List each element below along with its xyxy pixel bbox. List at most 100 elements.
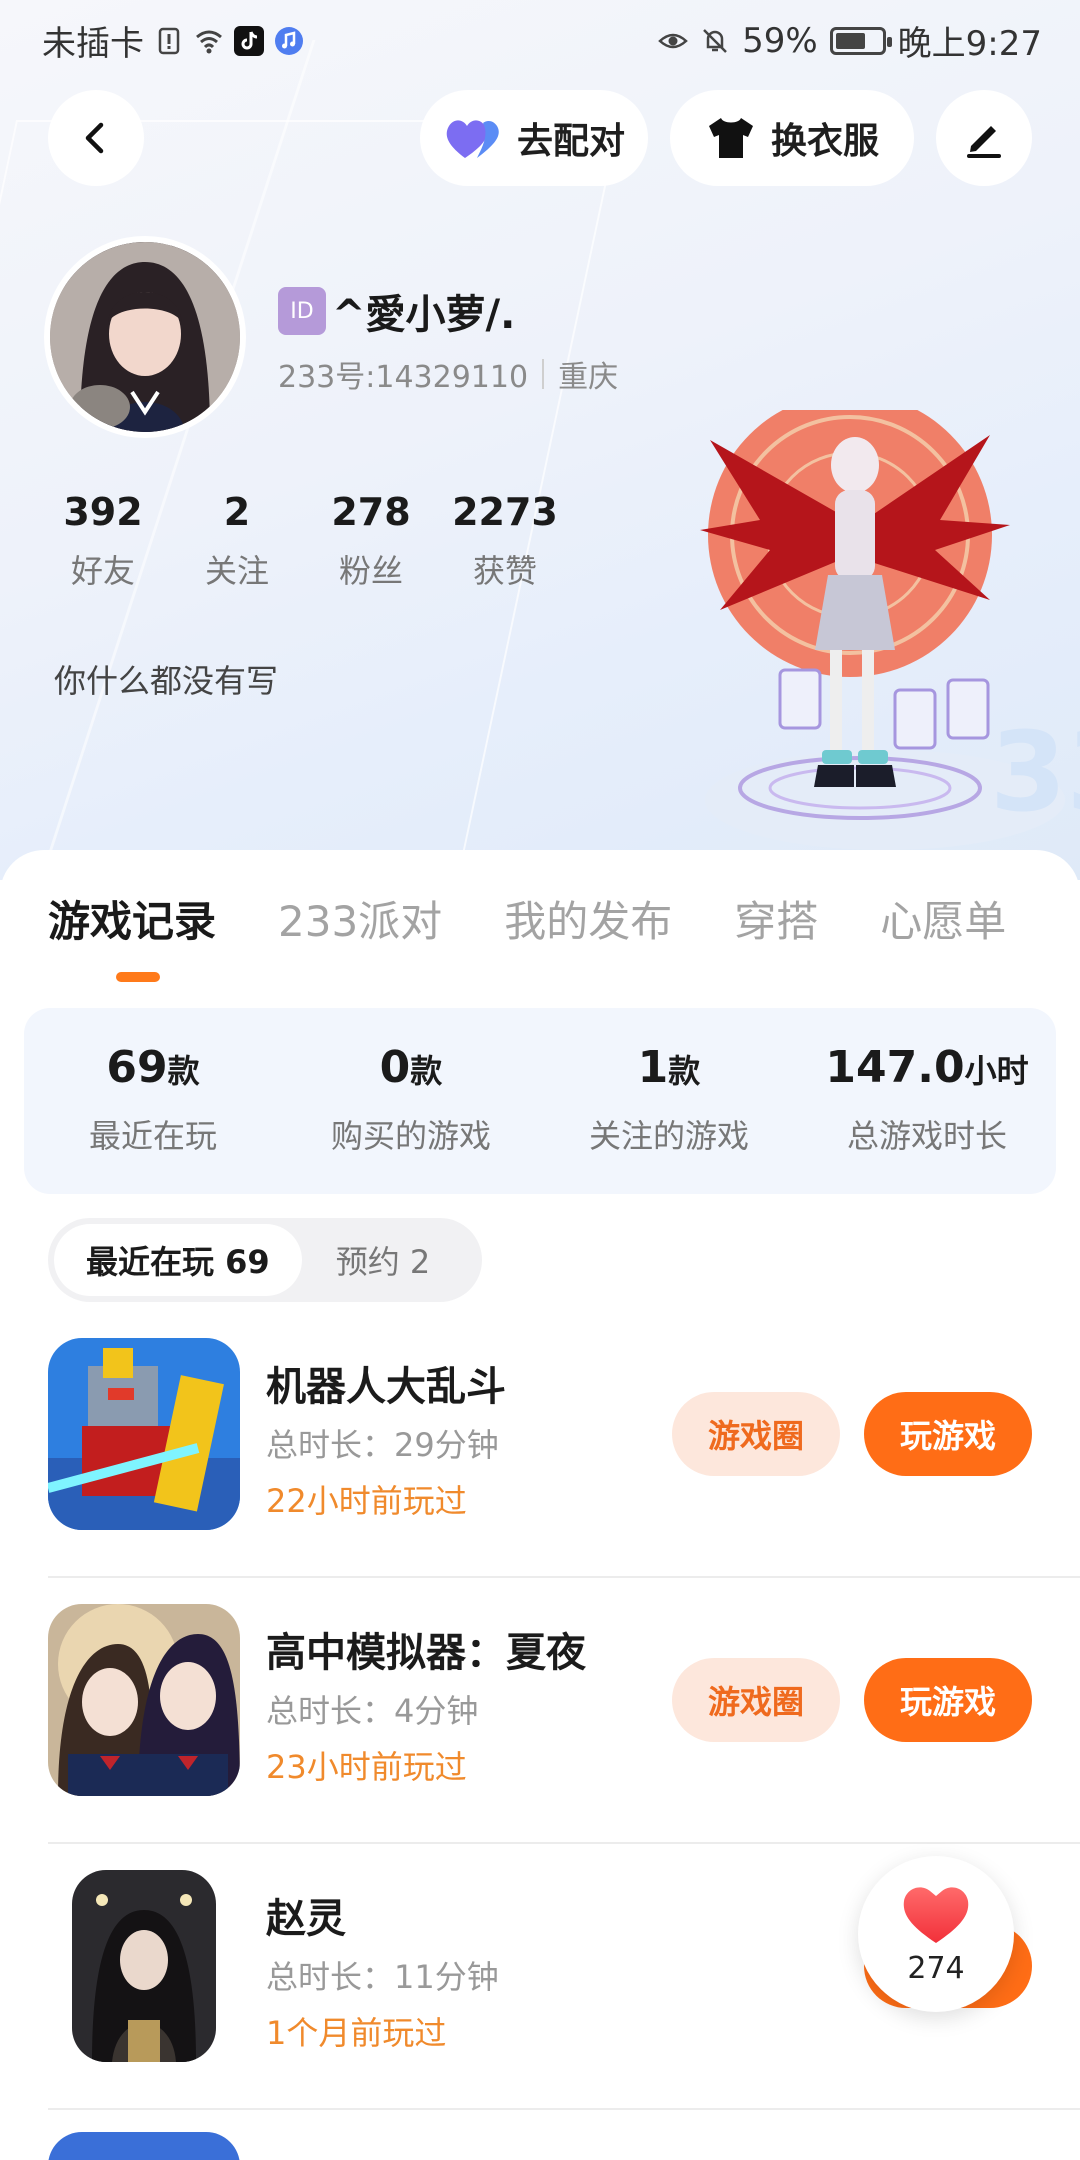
game-title: 高中模拟器：夏夜 bbox=[266, 1630, 586, 1676]
party-match-button[interactable]: 去配对 bbox=[420, 90, 648, 186]
game-title: 赵灵 bbox=[266, 1896, 346, 1942]
summary-value: 147.0 bbox=[825, 1042, 965, 1093]
tab-233-party[interactable]: 233派对 bbox=[278, 888, 442, 949]
summary-unit: 款 bbox=[167, 1052, 200, 1090]
tab-wishlist[interactable]: 心愿单 bbox=[880, 888, 1006, 949]
stat-label: 粉丝 bbox=[338, 552, 403, 590]
info-divider bbox=[542, 359, 545, 389]
summary-value: 69 bbox=[106, 1042, 168, 1093]
summary-unit: 小时 bbox=[964, 1052, 1029, 1090]
status-bar: 未插卡 59% 晚上9:27 bbox=[0, 0, 1080, 74]
game-duration: 总时长：4分钟 bbox=[266, 1692, 479, 1730]
tab-outfits[interactable]: 穿搭 bbox=[734, 888, 818, 949]
stat-following[interactable]: 2 关注 bbox=[170, 490, 304, 592]
game-duration: 总时长：29分钟 bbox=[266, 1426, 499, 1464]
like-floating-button[interactable]: 274 bbox=[858, 1856, 1014, 2012]
summary-followed[interactable]: 1款 关注的游戏 bbox=[540, 1008, 798, 1194]
avatar-portrait bbox=[50, 242, 240, 432]
list-divider bbox=[48, 1576, 1080, 1578]
game-circle-button[interactable]: 游戏圈 bbox=[672, 1658, 840, 1742]
change-outfit-label: 换衣服 bbox=[770, 121, 879, 162]
status-left: 未插卡 bbox=[42, 16, 304, 65]
game-last-played: 1个月前玩过 bbox=[266, 2014, 447, 2052]
list-divider bbox=[48, 1842, 1080, 1844]
game-last-played: 23小时前玩过 bbox=[266, 1748, 467, 1786]
summary-unit: 款 bbox=[668, 1052, 701, 1090]
filter-recent-playing[interactable]: 最近在玩 69 bbox=[54, 1224, 302, 1296]
music-app-icon bbox=[275, 26, 303, 55]
next-game-icon-partial bbox=[48, 2132, 240, 2160]
game-title: 机器人大乱斗 bbox=[266, 1364, 506, 1410]
game-duration: 总时长：11分钟 bbox=[266, 1958, 499, 1996]
heart-double-icon bbox=[446, 120, 499, 158]
carrier-text: 未插卡 bbox=[42, 24, 144, 64]
change-outfit-button[interactable]: 换衣服 bbox=[670, 90, 914, 186]
profile-name: ^愛小萝/. bbox=[332, 292, 516, 338]
list-divider bbox=[48, 2108, 1080, 2110]
profile-stats: 392 好友 2 关注 278 粉丝 2273 获赞 bbox=[36, 490, 572, 592]
stat-value: 2273 bbox=[452, 490, 558, 534]
pencil-icon bbox=[967, 126, 1001, 158]
game-last-played: 22小时前玩过 bbox=[266, 1482, 467, 1520]
stat-label: 关注 bbox=[204, 552, 269, 590]
summary-label: 最近在玩 bbox=[88, 1117, 217, 1155]
id-badge: ID bbox=[278, 287, 326, 335]
summary-label: 购买的游戏 bbox=[330, 1117, 491, 1155]
game-circle-button[interactable]: 游戏圈 bbox=[672, 1392, 840, 1476]
back-button[interactable] bbox=[48, 90, 144, 186]
battery-icon bbox=[829, 26, 892, 55]
stat-label: 好友 bbox=[70, 552, 135, 590]
stat-friends[interactable]: 392 好友 bbox=[36, 490, 170, 592]
profile-sub-info: 233号:14329110 重庆 bbox=[278, 352, 618, 396]
game-filter-segment: 最近在玩 69 预约 2 bbox=[48, 1218, 482, 1302]
stat-followers[interactable]: 278 粉丝 bbox=[304, 490, 438, 592]
summary-value: 1 bbox=[637, 1042, 669, 1093]
mute-bell-icon bbox=[703, 28, 727, 53]
tiktok-icon bbox=[234, 25, 264, 56]
filter-reserved[interactable]: 预约 2 bbox=[302, 1237, 465, 1283]
play-game-button[interactable]: 玩游戏 bbox=[864, 1658, 1032, 1742]
stat-value: 392 bbox=[63, 490, 143, 534]
clock: 晚上9:27 bbox=[897, 24, 1042, 64]
back-arrow-icon bbox=[85, 122, 104, 154]
party-match-label: 去配对 bbox=[516, 121, 625, 162]
game-list-item[interactable]: 机器人大乱斗 总时长：29分钟 22小时前玩过 游戏圈 玩游戏 bbox=[48, 1338, 1080, 1604]
tab-game-records[interactable]: 游戏记录 bbox=[48, 888, 216, 949]
stat-likes[interactable]: 2273 获赞 bbox=[438, 490, 572, 592]
stat-value: 2 bbox=[223, 490, 251, 534]
active-tab-indicator bbox=[116, 972, 160, 982]
game-icon-highschool bbox=[48, 1604, 240, 1796]
game-summary-card: 69款 最近在玩 0款 购买的游戏 1款 关注的游戏 147.0小时 总游戏时长 bbox=[24, 1008, 1056, 1194]
heart-icon bbox=[903, 1886, 969, 1943]
eye-comfort-icon bbox=[658, 33, 688, 48]
game-list-item[interactable]: 高中模拟器：夏夜 总时长：4分钟 23小时前玩过 游戏圈 玩游戏 bbox=[48, 1604, 1080, 1870]
play-game-button[interactable]: 玩游戏 bbox=[864, 1392, 1032, 1476]
tab-my-posts[interactable]: 我的发布 bbox=[504, 888, 672, 949]
status-right: 59% 晚上9:27 bbox=[658, 16, 1042, 65]
profile-bio: 你什么都没有写 bbox=[54, 662, 279, 700]
user-number: 233号:14329110 bbox=[278, 360, 529, 395]
avatar-3d-figure[interactable]: 33 bbox=[690, 410, 1080, 880]
sim-alert-icon bbox=[158, 27, 180, 54]
summary-value: 0 bbox=[379, 1042, 411, 1093]
profile-name-row: ID ^愛小萝/. bbox=[278, 282, 515, 340]
summary-label: 关注的游戏 bbox=[588, 1117, 749, 1155]
stat-label: 获赞 bbox=[472, 552, 537, 590]
svg-text:33: 33 bbox=[990, 708, 1080, 836]
edit-profile-button[interactable] bbox=[936, 90, 1032, 186]
summary-unit: 款 bbox=[410, 1052, 443, 1090]
summary-recent[interactable]: 69款 最近在玩 bbox=[24, 1008, 282, 1194]
game-icon-zhaoling bbox=[72, 1870, 216, 2062]
avatar[interactable] bbox=[44, 236, 246, 438]
profile-tabs: 游戏记录 233派对 我的发布 穿搭 心愿单 bbox=[48, 888, 1068, 949]
stat-value: 278 bbox=[331, 490, 411, 534]
summary-total-time[interactable]: 147.0小时 总游戏时长 bbox=[798, 1008, 1056, 1194]
like-count: 274 bbox=[907, 1950, 965, 1986]
wifi-icon bbox=[196, 30, 222, 53]
summary-label: 总游戏时长 bbox=[846, 1117, 1007, 1155]
battery-percent: 59% bbox=[742, 20, 818, 61]
tshirt-icon bbox=[708, 118, 753, 158]
user-location: 重庆 bbox=[558, 360, 619, 395]
summary-purchased[interactable]: 0款 购买的游戏 bbox=[282, 1008, 540, 1194]
game-icon-robot bbox=[48, 1338, 240, 1530]
